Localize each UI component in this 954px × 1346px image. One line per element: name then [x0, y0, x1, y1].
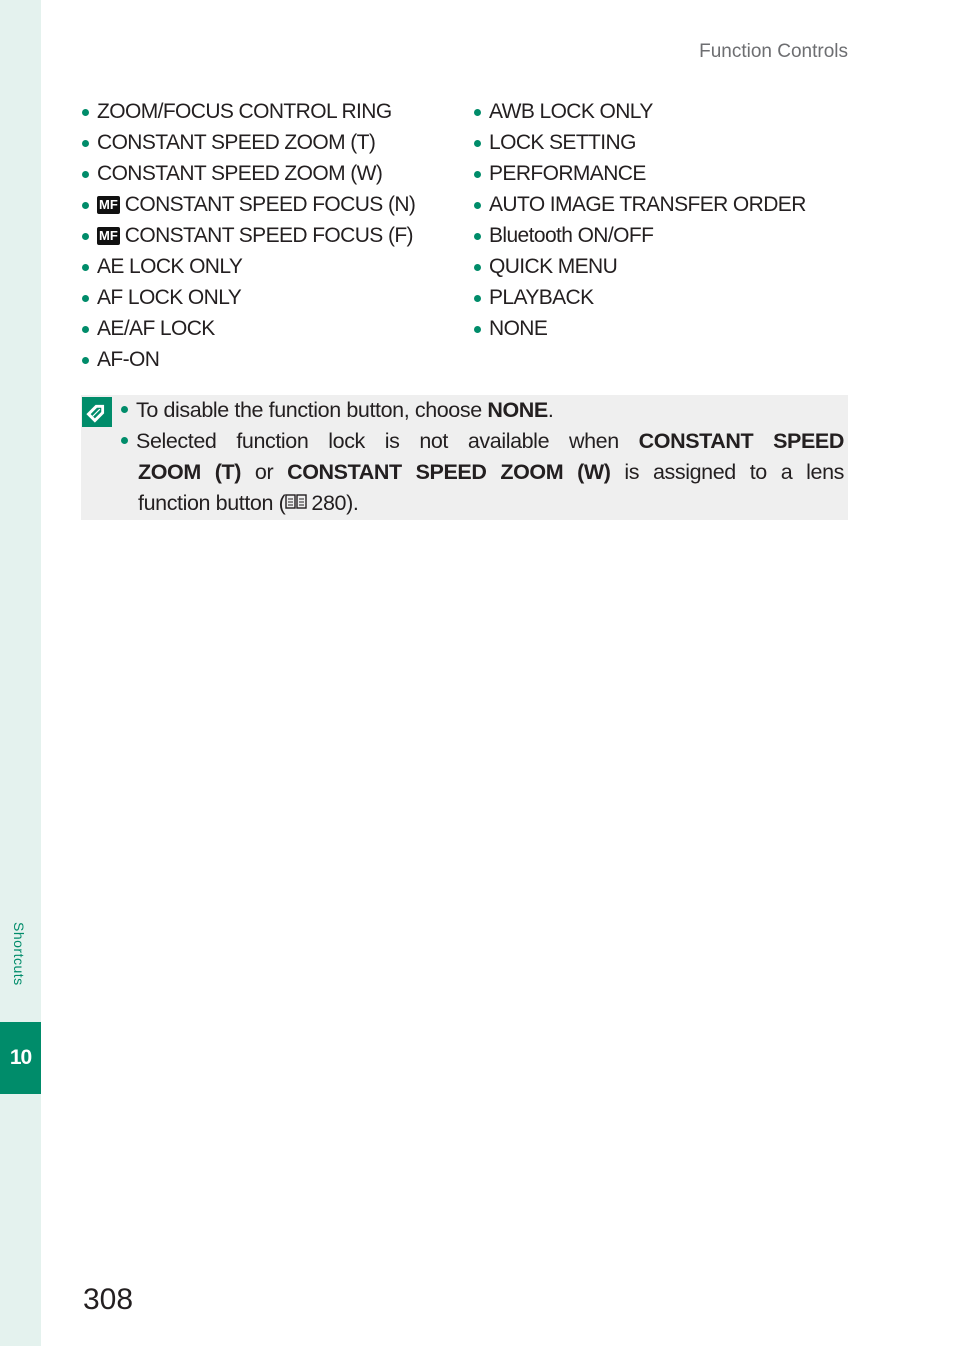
bullet-icon	[82, 202, 89, 209]
item-label: CONSTANT SPEED ZOOM (W)	[97, 162, 383, 185]
page-number: 308	[83, 1283, 134, 1316]
chapter-sidebar: Shortcuts 10	[0, 0, 41, 1346]
item-label: AUTO IMAGE TRANSFER ORDER	[489, 193, 806, 216]
list-item: MF CONSTANT SPEED FOCUS (N)	[82, 189, 416, 220]
bullet-icon	[474, 140, 481, 147]
note-text: To disable the function button, choose	[136, 398, 488, 422]
list-item: AF LOCK ONLY	[82, 282, 415, 313]
list-item: CONSTANT SPEED ZOOM (T)	[82, 127, 415, 158]
bullet-icon	[82, 140, 89, 147]
item-label: CONSTANT SPEED FOCUS (F)	[124, 224, 414, 247]
item-label: ZOOM/FOCUS CONTROL RING	[97, 100, 392, 123]
item-label: Bluetooth ON/OFF	[489, 224, 654, 247]
bullet-icon	[474, 233, 481, 240]
note-body: To disable the function button, choose N…	[121, 395, 844, 519]
item-label: PLAYBACK	[489, 286, 594, 309]
list-item: AE LOCK ONLY	[82, 251, 415, 282]
bullet-icon	[474, 326, 481, 333]
item-label: CONSTANT SPEED ZOOM (T)	[97, 131, 376, 154]
note-bold-none: NONE	[487, 398, 548, 422]
list-item: AWB LOCK ONLY	[474, 96, 806, 127]
section-label: Shortcuts	[11, 922, 27, 986]
bullet-icon	[474, 171, 481, 178]
option-list-right: AWB LOCK ONLY LOCK SETTING PERFORMANCE A…	[474, 96, 806, 344]
list-item: PERFORMANCE	[474, 158, 806, 189]
list-item: Bluetooth ON/OFF	[474, 220, 806, 251]
item-label: NONE	[489, 317, 548, 340]
note-pencil-icon	[82, 397, 112, 427]
item-label: AF-ON	[97, 348, 160, 371]
note-bold: CONSTANT SPEED ZOOM (W)	[287, 460, 611, 484]
bullet-icon	[121, 405, 128, 413]
note-text: is assigned to a lens	[610, 460, 844, 484]
bullet-icon	[82, 326, 89, 333]
list-item: CONSTANT SPEED ZOOM (W)	[82, 158, 415, 189]
note-text: Selected function lock is not available …	[136, 429, 639, 453]
note-line-ref: function button ( 280).	[121, 488, 844, 519]
note-text: or	[241, 460, 288, 484]
list-item: NONE	[474, 313, 806, 344]
bullet-icon	[82, 233, 89, 240]
note-line-disable: To disable the function button, choose N…	[121, 395, 844, 426]
note-text: .	[547, 398, 554, 422]
option-list-left: ZOOM/FOCUS CONTROL RING CONSTANT SPEED Z…	[82, 96, 416, 375]
item-label: LOCK SETTING	[489, 131, 636, 154]
bullet-icon	[82, 357, 89, 364]
item-label: QUICK MENU	[489, 255, 618, 278]
running-head: Function Controls	[699, 41, 848, 62]
list-item: PLAYBACK	[474, 282, 806, 313]
item-label: AE LOCK ONLY	[97, 255, 243, 278]
list-item: AUTO IMAGE TRANSFER ORDER	[474, 189, 806, 220]
bullet-icon	[82, 264, 89, 271]
note-bold: ZOOM (T)	[138, 460, 242, 484]
list-item: ZOOM/FOCUS CONTROL RING	[82, 96, 415, 127]
bullet-icon	[82, 295, 89, 302]
list-item: MF CONSTANT SPEED FOCUS (F)	[82, 220, 415, 251]
note-box: To disable the function button, choose N…	[81, 395, 848, 520]
item-label: CONSTANT SPEED FOCUS (N)	[124, 193, 416, 216]
bullet-icon	[474, 264, 481, 271]
item-label: PERFORMANCE	[489, 162, 646, 185]
page-reference-link[interactable]: 280	[311, 491, 346, 515]
mf-icon: MF	[97, 195, 120, 214]
mf-icon: MF	[97, 226, 120, 245]
bullet-icon	[82, 109, 89, 116]
bullet-icon	[82, 171, 89, 178]
list-item: AF-ON	[82, 344, 415, 375]
item-label: AE/AF LOCK	[97, 317, 215, 340]
bullet-icon	[121, 436, 128, 444]
chapter-number-tab[interactable]: 10	[0, 1022, 41, 1094]
bullet-icon	[474, 109, 481, 116]
note-text: function button (	[138, 491, 286, 515]
list-item: QUICK MENU	[474, 251, 806, 282]
note-text: ).	[346, 491, 359, 515]
book-reference-icon	[285, 494, 308, 510]
item-label: AWB LOCK ONLY	[489, 100, 653, 123]
list-item: LOCK SETTING	[474, 127, 806, 158]
item-label: AF LOCK ONLY	[97, 286, 242, 309]
list-item: AE/AF LOCK	[82, 313, 415, 344]
note-bold: CONSTANT SPEED	[638, 429, 845, 453]
note-line-lock: Selected function lock is not available …	[121, 426, 844, 457]
note-line-cont: ZOOM (T) or CONSTANT SPEED ZOOM (W) is a…	[121, 457, 844, 488]
bullet-icon	[474, 202, 481, 209]
bullet-icon	[474, 295, 481, 302]
